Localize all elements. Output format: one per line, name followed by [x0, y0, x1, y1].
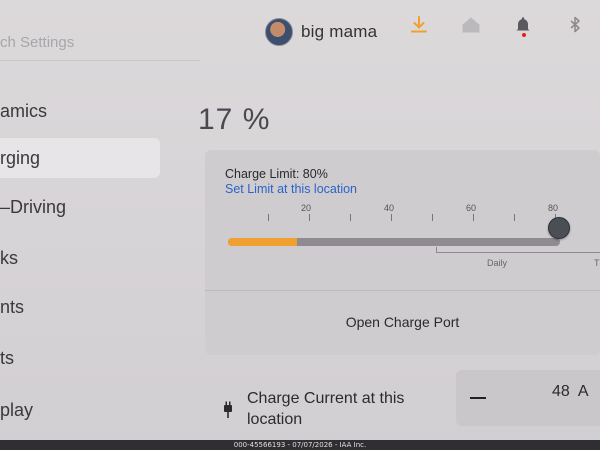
battery-percent: 17 %: [198, 103, 271, 136]
sidebar-item-lights-2[interactable]: ts: [0, 338, 160, 378]
driver-profile[interactable]: big mama: [265, 18, 377, 46]
home-icon[interactable]: [460, 14, 482, 36]
bluetooth-icon[interactable]: [564, 14, 586, 36]
scale-tick: [350, 214, 351, 221]
open-charge-port-label: Open Charge Port: [345, 314, 460, 330]
trip-label: T: [594, 258, 600, 268]
sidebar-item-label: ts: [0, 348, 15, 368]
search-placeholder: ch Settings: [0, 34, 75, 51]
scale-label: 20: [301, 203, 312, 213]
scale-tick: [391, 214, 392, 221]
watermark-bar: 000-45566193 - 07/07/2026 - IAA Inc.: [0, 440, 600, 450]
download-icon[interactable]: [408, 14, 430, 36]
current-number: 48: [552, 383, 570, 400]
scale-label: 80: [548, 203, 559, 213]
charge-limit-handle[interactable]: [548, 217, 570, 239]
tesla-screen: ch Settings big mama amics rging –Drivin…: [0, 0, 600, 440]
battery-level-fill: [228, 238, 297, 246]
charge-current-label: Charge Current at this location: [247, 390, 405, 428]
scale-tick: [268, 214, 269, 221]
scale-tick: [473, 214, 474, 221]
sidebar-item-label: nts: [0, 297, 25, 317]
profile-name: big mama: [301, 22, 378, 41]
sidebar-item-label: amics: [0, 101, 48, 121]
divider: [205, 290, 600, 291]
decrease-current-button[interactable]: [470, 397, 486, 399]
charge-limit-slider[interactable]: [228, 238, 560, 246]
sidebar-item-self-driving[interactable]: –Driving: [0, 187, 160, 227]
current-unit: A: [577, 383, 589, 400]
charge-limit-label: Charge Limit: 80%: [225, 167, 328, 181]
daily-label: Daily: [487, 258, 508, 268]
sidebar-item-label: ks: [0, 248, 18, 268]
scale-label: 40: [384, 203, 395, 213]
avatar: [265, 18, 293, 46]
sidebar-item-label: –Driving: [0, 197, 67, 217]
sidebar-item-display[interactable]: play: [0, 390, 160, 430]
scale-label: 60: [466, 203, 477, 213]
daily-range-line: [436, 252, 600, 253]
sidebar-item-dynamics[interactable]: amics: [0, 91, 160, 131]
sidebar-item-label: rging: [0, 148, 41, 168]
set-limit-link[interactable]: Set Limit at this location: [225, 182, 357, 196]
notification-dot: [522, 33, 526, 37]
plug-icon: [224, 401, 232, 418]
top-bar: ch Settings big mama: [0, 0, 600, 75]
scale-tick: [432, 214, 433, 221]
charge-current-value: 48 A: [552, 383, 588, 401]
scale-tick: [514, 214, 515, 221]
sidebar-item-locks[interactable]: ks: [0, 238, 160, 278]
sidebar-item-charging[interactable]: rging: [0, 138, 160, 178]
scale-tick: [309, 214, 310, 221]
open-charge-port-button[interactable]: Open Charge Port: [205, 292, 600, 352]
sidebar-item-label: play: [0, 400, 34, 420]
settings-sidebar: amics rging –Driving ks nts ts play: [0, 75, 160, 440]
sidebar-item-lights[interactable]: nts: [0, 287, 160, 327]
